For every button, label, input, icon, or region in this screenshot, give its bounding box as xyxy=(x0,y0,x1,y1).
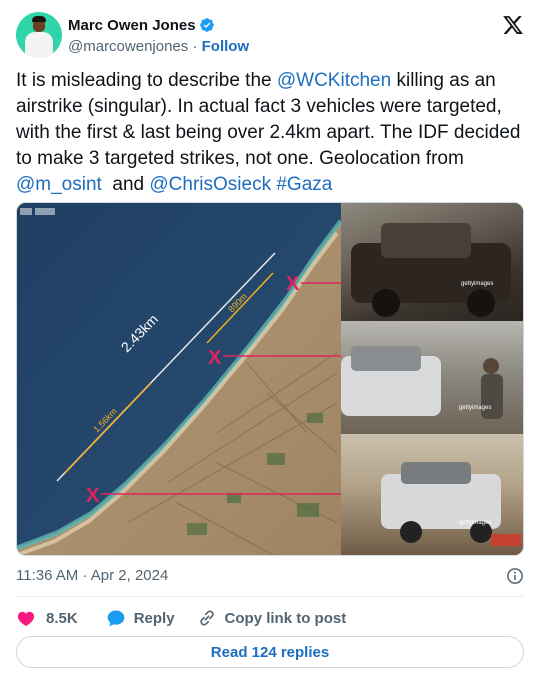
strike-marker-3: X xyxy=(86,485,100,507)
author-info: Marc Owen Jones @marcowenjones · Follow xyxy=(68,15,249,57)
heart-icon xyxy=(17,611,35,626)
tweet-text: It is misleading to describe the @WCKitc… xyxy=(16,68,526,198)
photo-vehicle-2: gettyimages xyxy=(341,321,523,434)
speech-bubble-icon xyxy=(107,610,125,627)
tweet-timestamp[interactable]: 11:36 AM · Apr 2, 2024 xyxy=(16,566,168,586)
reply-label: Reply xyxy=(133,609,175,627)
vehicle-shape: gettyimages xyxy=(381,462,521,546)
like-count: 8.5K xyxy=(46,609,78,627)
avatar-hair-shape xyxy=(32,16,46,22)
text-segment: and xyxy=(101,174,150,195)
like-button[interactable]: 8.5K xyxy=(16,608,78,628)
strike-marker-1: X xyxy=(286,273,300,295)
photo-credit: gettyimages xyxy=(459,520,491,526)
author-handle[interactable]: @marcowenjones xyxy=(68,38,188,55)
satellite-map-image: 2.43km 1.56km 890m X X X xyxy=(17,203,341,555)
info-icon[interactable] xyxy=(506,567,524,585)
read-replies-button[interactable]: Read 124 replies xyxy=(16,636,524,668)
photo-credit: gettyimages xyxy=(459,405,491,411)
avatar-body-shape xyxy=(25,32,53,58)
link-icon xyxy=(199,610,214,626)
photo-vehicle-3: gettyimages xyxy=(341,434,523,555)
x-logo-icon[interactable] xyxy=(502,14,524,36)
text-segment: It is misleading to describe the xyxy=(16,70,277,91)
strike-marker-2: X xyxy=(208,347,222,369)
author-handle-row: @marcowenjones · Follow xyxy=(68,37,249,57)
verified-badge-icon xyxy=(199,18,214,32)
photo-burnt-vehicle-1: gettyimages xyxy=(341,203,523,321)
tweet-header: Marc Owen Jones @marcowenjones · Follow xyxy=(16,12,524,58)
tweet-actions: 8.5K Reply Copy link to post xyxy=(16,606,346,630)
mention-link-chrisosieck[interactable]: @ChrisOsieck xyxy=(149,174,271,195)
copy-link-label: Copy link to post xyxy=(224,609,347,627)
author-display-name[interactable]: Marc Owen Jones xyxy=(68,17,196,34)
vehicle-wreck-shape: gettyimages xyxy=(351,223,511,317)
copy-link-button[interactable]: Copy link to post xyxy=(197,608,347,628)
follow-button[interactable]: Follow xyxy=(202,38,250,55)
photo-credit: gettyimages xyxy=(461,281,493,287)
mention-link-wckitchen[interactable]: @WCKitchen xyxy=(277,70,391,91)
hashtag-link-gaza[interactable]: #Gaza xyxy=(276,174,332,195)
tweet-media[interactable]: 2.43km 1.56km 890m X X X gettyimages get… xyxy=(16,202,524,556)
mention-link-m-osint[interactable]: @m_osint xyxy=(16,174,102,195)
separator-dot: · xyxy=(192,38,198,55)
vehicle-shape: gettyimages xyxy=(341,346,503,419)
avatar[interactable] xyxy=(16,12,62,58)
divider xyxy=(16,596,524,597)
reply-button[interactable]: Reply xyxy=(106,608,175,628)
